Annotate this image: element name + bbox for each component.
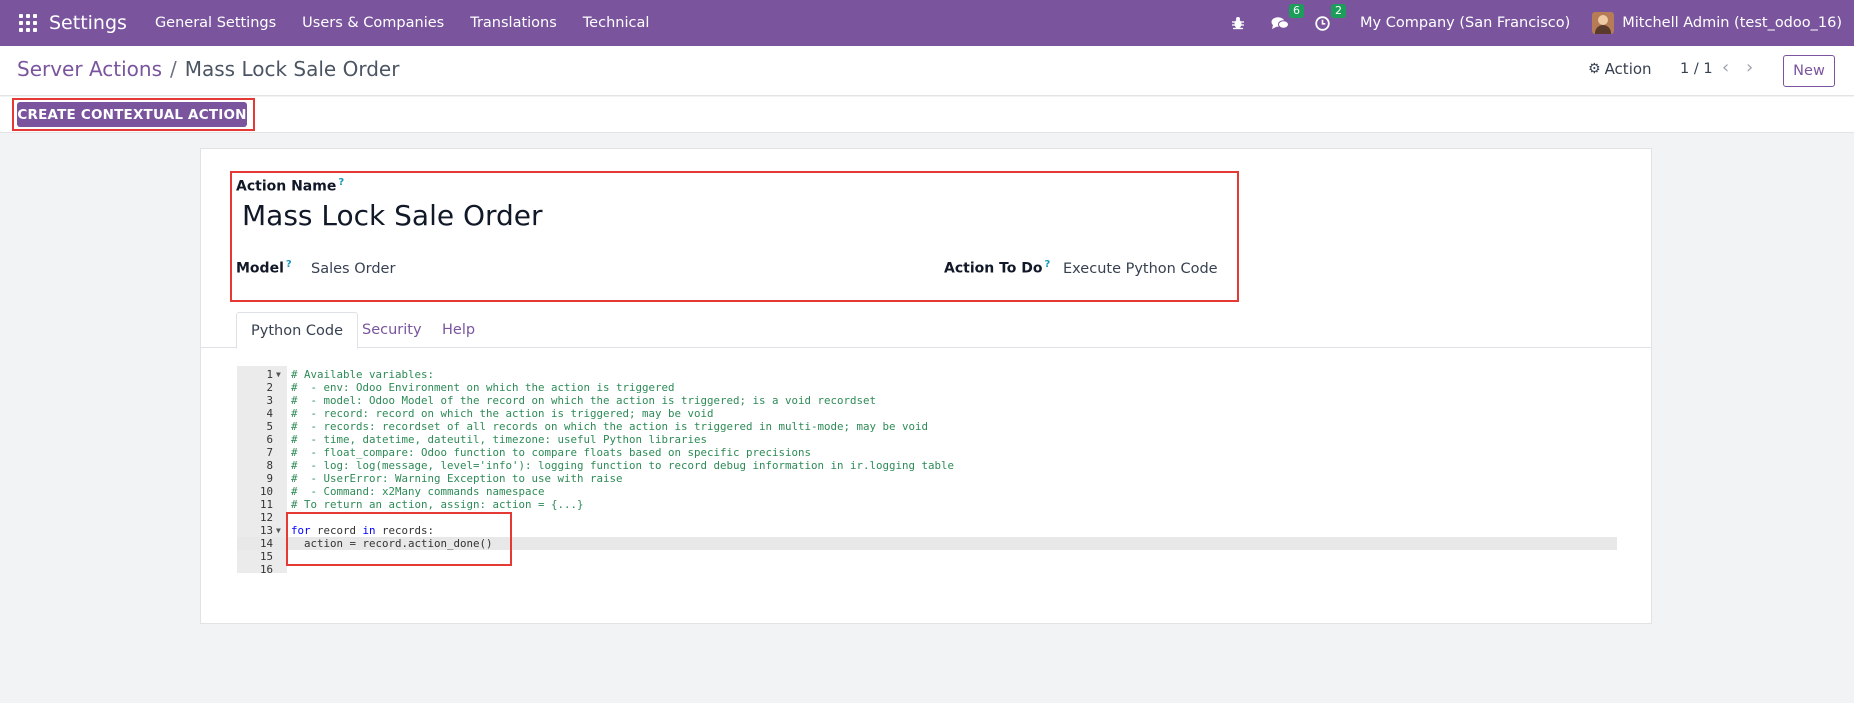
line-number: 10	[259, 485, 273, 498]
pager-value[interactable]: 1 / 1	[1680, 61, 1713, 77]
code-text: # - records: recordset of all records on…	[291, 420, 929, 433]
pager-previous-icon[interactable]: ‹	[1722, 57, 1729, 78]
model-label: Model?	[236, 259, 292, 277]
line-number: 14	[259, 537, 273, 550]
tab-python-code[interactable]: Python Code	[236, 312, 358, 349]
code-text: # - time, datetime, dateutil, timezone: …	[291, 433, 708, 446]
gear-icon: ⚙	[1588, 61, 1601, 77]
tab-security[interactable]: Security	[348, 312, 436, 348]
breadcrumb-separator: /	[170, 57, 177, 81]
top-navbar: Settings General Settings Users & Compan…	[0, 0, 1854, 46]
avatar	[1592, 12, 1615, 34]
breadcrumb-server-actions[interactable]: Server Actions	[17, 57, 162, 81]
debug-bug-icon[interactable]	[1228, 13, 1248, 33]
line-number: 3	[266, 394, 273, 407]
messages-badge: 6	[1289, 4, 1305, 18]
new-button[interactable]: New	[1783, 55, 1835, 87]
code-line[interactable]: 14 action = record.action_done()	[237, 537, 1617, 550]
line-number: 7	[266, 446, 273, 459]
menu-technical[interactable]: Technical	[583, 15, 650, 31]
help-icon[interactable]: ?	[286, 259, 292, 270]
form-statusbar: CREATE CONTEXTUAL ACTION	[0, 97, 1854, 133]
line-number: 8	[266, 459, 273, 472]
python-code-editor[interactable]: 1 ▼ # Available variables: 2 # - env: Odoo E…	[237, 366, 1617, 576]
control-panel: Server Actions / Mass Lock Sale Order ⚙ …	[0, 46, 1854, 96]
apps-menu-icon[interactable]	[19, 14, 37, 32]
code-line[interactable]: 6 # - time, datetime, dateutil, timezone:…	[237, 433, 1617, 446]
company-switcher[interactable]: My Company (San Francisco)	[1360, 15, 1570, 31]
line-number: 13	[259, 524, 273, 537]
code-text: # - model: Odoo Model of the record on w…	[291, 394, 877, 407]
messages-icon[interactable]: 6	[1270, 4, 1305, 33]
line-number: 12	[259, 511, 273, 524]
code-text: action = record.action_done()	[291, 537, 493, 550]
code-line[interactable]: 11 # To return an action, assign: action …	[237, 498, 1617, 511]
code-line[interactable]: 12	[237, 511, 1617, 524]
breadcrumb: Server Actions / Mass Lock Sale Order	[17, 57, 399, 81]
menu-general-settings[interactable]: General Settings	[155, 15, 276, 31]
code-line[interactable]: 1 ▼ # Available variables:	[237, 368, 1617, 381]
code-line[interactable]: 5 # - records: recordset of all records o…	[237, 420, 1617, 433]
code-line[interactable]: 9 # - UserError: Warning Exception to use…	[237, 472, 1617, 485]
breadcrumb-current: Mass Lock Sale Order	[184, 57, 400, 81]
code-line[interactable]: 4 # - record: record on which the action …	[237, 407, 1617, 420]
code-text: for record in records:	[291, 524, 435, 537]
code-text: # - log: log(message, level='info'): log…	[291, 459, 955, 472]
line-number: 6	[266, 433, 273, 446]
user-menu[interactable]: Mitchell Admin (test_odoo_16)	[1592, 12, 1842, 34]
user-name: Mitchell Admin (test_odoo_16)	[1622, 15, 1842, 31]
line-number: 9	[266, 472, 273, 485]
action-menu-button[interactable]: ⚙ Action	[1588, 60, 1652, 78]
code-line[interactable]: 10 # - Command: x2Many commands namespace	[237, 485, 1617, 498]
action-to-do-label: Action To Do?	[944, 259, 1051, 277]
menu-translations[interactable]: Translations	[470, 15, 557, 31]
pager-next-icon[interactable]: ›	[1746, 57, 1753, 78]
highlight-box	[230, 171, 1239, 302]
help-icon[interactable]: ?	[1045, 259, 1051, 270]
app-brand[interactable]: Settings	[49, 12, 127, 34]
action-to-do-field[interactable]: Execute Python Code	[1063, 261, 1218, 277]
code-line[interactable]: 15	[237, 550, 1617, 563]
code-text: # Available variables:	[291, 368, 435, 381]
code-text: # - UserError: Warning Exception to use …	[291, 472, 623, 485]
line-number: 1	[266, 368, 273, 381]
menu-users-companies[interactable]: Users & Companies	[302, 15, 444, 31]
model-field[interactable]: Sales Order	[311, 261, 395, 277]
activities-badge: 2	[1331, 4, 1347, 18]
line-number: 2	[266, 381, 273, 394]
create-contextual-action-button[interactable]: CREATE CONTEXTUAL ACTION	[17, 102, 247, 127]
action-name-input[interactable]: Mass Lock Sale Order	[242, 199, 543, 232]
action-label: Action	[1604, 60, 1652, 78]
code-text: # - record: record on which the action i…	[291, 407, 714, 420]
code-text: # - Command: x2Many commands namespace	[291, 485, 545, 498]
line-number: 11	[259, 498, 273, 511]
action-name-label: Action Name?	[236, 177, 345, 195]
code-line[interactable]: 16	[237, 563, 1617, 576]
line-number: 4	[266, 407, 273, 420]
fold-arrow-icon[interactable]: ▼	[276, 524, 281, 537]
code-text: # - env: Odoo Environment on which the a…	[291, 381, 675, 394]
code-line[interactable]: 2 # - env: Odoo Environment on which the …	[237, 381, 1617, 394]
code-line[interactable]: 7 # - float_compare: Odoo function to com…	[237, 446, 1617, 459]
fold-arrow-icon[interactable]: ▼	[276, 368, 281, 381]
notebook-tabs: Python Code Security Help	[201, 312, 1651, 349]
code-line[interactable]: 13 ▼ for record in records:	[237, 524, 1617, 537]
line-number: 5	[266, 420, 273, 433]
line-number: 16	[259, 563, 273, 576]
code-text: # - float_compare: Odoo function to comp…	[291, 446, 812, 459]
line-number: 15	[259, 550, 273, 563]
code-line[interactable]: 3 # - model: Odoo Model of the record on …	[237, 394, 1617, 407]
code-line[interactable]: 8 # - log: log(message, level='info'): lo…	[237, 459, 1617, 472]
code-text: # To return an action, assign: action = …	[291, 498, 584, 511]
help-icon[interactable]: ?	[338, 177, 344, 188]
tab-help[interactable]: Help	[428, 312, 489, 348]
activities-clock-icon[interactable]: 2	[1312, 4, 1347, 33]
form-sheet: Action Name? Mass Lock Sale Order Model?…	[200, 148, 1652, 624]
